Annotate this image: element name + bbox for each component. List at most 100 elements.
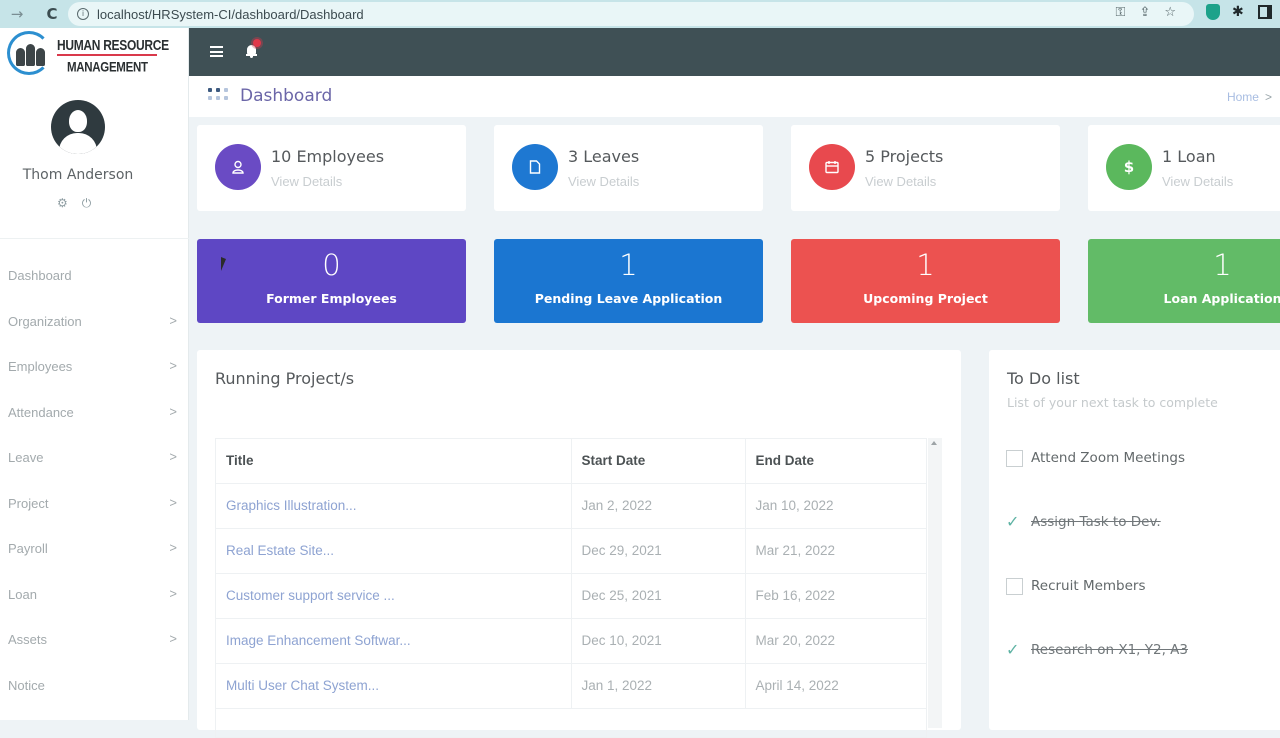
loan-application-tile[interactable]: 1 Loan Application [1088, 239, 1280, 323]
dollar-icon: $ [1106, 144, 1152, 190]
checkmark-icon[interactable]: ✓ [1006, 642, 1023, 658]
stat-value: 1 [916, 248, 935, 282]
view-details-link[interactable]: View Details [271, 174, 342, 189]
start-date: Dec 29, 2021 [570, 528, 745, 574]
chevron-right-icon: > [169, 312, 177, 328]
todo-text: Recruit Members [1031, 578, 1146, 594]
sidebar-item-label: Organization [8, 313, 82, 329]
project-title-link[interactable]: Graphics Illustration... [216, 483, 571, 529]
hamburger-menu-icon[interactable] [210, 46, 223, 57]
sidebar-item-label: Dashboard [8, 268, 72, 284]
sidebar-menu: Dashboard Organization > Employees > Atten… [0, 253, 189, 708]
browser-toolbar: → C i localhost/HRSystem-CI/dashboard/Da… [0, 0, 1280, 28]
todo-item[interactable]: Attend Zoom Meetings [1006, 448, 1185, 468]
sidebar-item-label: Project [8, 495, 49, 511]
sidebar-item-label: Leave [8, 450, 44, 466]
checkmark-icon[interactable]: ✓ [1006, 514, 1023, 530]
extensions-icon[interactable]: ✱ [1232, 5, 1246, 19]
column-header-start-date[interactable]: Start Date [570, 439, 745, 484]
upcoming-project-tile[interactable]: 1 Upcoming Project [791, 239, 1060, 323]
end-date: Mar 20, 2022 [744, 618, 926, 664]
pending-leave-tile[interactable]: 1 Pending Leave Application [494, 239, 763, 323]
table-row: Graphics Illustration... Jan 2, 2022 Jan… [216, 483, 926, 529]
project-title-link[interactable]: Image Enhancement Softwar... [216, 618, 571, 664]
todo-item[interactable]: ✓ Research on X1, Y2, A3 [1006, 640, 1188, 660]
sidebar-item-dashboard[interactable]: Dashboard [0, 253, 189, 299]
url-text[interactable]: localhost/HRSystem-CI/dashboard/Dashboar… [97, 7, 364, 22]
running-projects-panel: Running Project/s Title Start Date End D… [197, 350, 961, 738]
chevron-right-icon: > [169, 631, 177, 646]
settings-gear-icon[interactable]: ⚙ [57, 196, 68, 211]
stat-label: Former Employees [266, 291, 397, 306]
end-date: Feb 16, 2022 [744, 573, 926, 619]
divider [0, 238, 189, 239]
todo-panel: To Do list List of your next task to com… [989, 350, 1280, 730]
key-icon[interactable]: ⚿ [1116, 5, 1126, 20]
table-scrollbar[interactable] [928, 438, 942, 728]
sidebar-item-project[interactable]: Project > [0, 481, 189, 527]
forward-icon[interactable]: → [6, 3, 28, 25]
sidebar-item-organization[interactable]: Organization > [0, 299, 189, 345]
leaves-card: 3 Leaves View Details [494, 125, 763, 211]
breadcrumb: Home > [1227, 90, 1272, 104]
star-icon[interactable]: ☆ [1164, 5, 1176, 20]
card-title: 1 Loan [1162, 147, 1216, 166]
mouse-cursor-icon [221, 257, 226, 271]
sidebar-item-employees[interactable]: Employees > [0, 344, 189, 390]
reload-icon[interactable]: C [41, 3, 63, 25]
former-employees-tile[interactable]: 0 Former Employees [197, 239, 466, 323]
side-panel-icon[interactable] [1258, 5, 1272, 19]
dashboard-grid-icon [208, 88, 230, 102]
sidebar-item-notice[interactable]: Notice [0, 663, 189, 709]
scroll-up-arrow-icon[interactable] [931, 441, 937, 445]
checkbox[interactable] [1006, 577, 1023, 595]
brand-divider [57, 54, 157, 56]
project-title-link[interactable]: Customer support service ... [216, 573, 571, 619]
todo-item[interactable]: Recruit Members [1006, 576, 1146, 596]
table-row: Multi User Chat System... Jan 1, 2022 Ap… [216, 663, 926, 709]
logo[interactable]: HUMAN RESOURCE MANAGEMENT [7, 31, 182, 77]
column-header-end-date[interactable]: End Date [744, 439, 926, 484]
stat-label: Upcoming Project [863, 291, 988, 306]
sidebar-item-loan[interactable]: Loan > [0, 572, 189, 618]
panel-title: Running Project/s [215, 369, 355, 388]
sidebar-item-assets[interactable]: Assets > [0, 617, 189, 663]
start-date: Jan 2, 2022 [570, 483, 745, 529]
calendar-icon [809, 144, 855, 190]
todo-text: Research on X1, Y2, A3 [1031, 642, 1188, 658]
avatar[interactable] [51, 100, 105, 154]
chevron-right-icon: > [1264, 90, 1272, 104]
todo-title: To Do list [1007, 369, 1080, 388]
stat-value: 0 [322, 248, 341, 282]
column-header-title[interactable]: Title [216, 439, 571, 484]
chevron-right-icon: > [169, 403, 177, 419]
address-bar[interactable]: i localhost/HRSystem-CI/dashboard/Dashbo… [68, 2, 1194, 26]
notification-badge [253, 39, 261, 47]
sidebar-item-label: Payroll [8, 541, 48, 557]
stat-label: Loan Application [1163, 291, 1280, 306]
checkbox[interactable] [1006, 449, 1023, 467]
start-date: Jan 1, 2022 [570, 663, 745, 709]
view-details-link[interactable]: View Details [568, 174, 639, 189]
todo-subtitle: List of your next task to complete [1007, 395, 1218, 410]
view-details-link[interactable]: View Details [865, 174, 936, 189]
table-row: Real Estate Site... Dec 29, 2021 Mar 21,… [216, 528, 926, 574]
stat-label: Pending Leave Application [534, 291, 723, 306]
employees-card: 10 Employees View Details [197, 125, 466, 211]
sidebar-item-payroll[interactable]: Payroll > [0, 526, 189, 572]
top-navbar [189, 28, 1280, 76]
project-title-link[interactable]: Real Estate Site... [216, 528, 571, 574]
sidebar-item-label: Employees [8, 359, 73, 375]
brand-line1: HUMAN RESOURCE [57, 36, 169, 54]
power-icon[interactable]: ⏻ [82, 196, 92, 211]
site-info-icon[interactable]: i [77, 8, 89, 20]
project-title-link[interactable]: Multi User Chat System... [216, 663, 571, 709]
sidebar-item-attendance[interactable]: Attendance > [0, 390, 189, 436]
breadcrumb-home-link[interactable]: Home [1227, 90, 1259, 104]
end-date: Mar 21, 2022 [744, 528, 926, 574]
sidebar-item-leave[interactable]: Leave > [0, 435, 189, 481]
extension-shield-icon[interactable] [1206, 4, 1220, 20]
todo-item[interactable]: ✓ Assign Task to Dev. [1006, 512, 1161, 532]
view-details-link[interactable]: View Details [1162, 174, 1233, 189]
share-icon[interactable]: ⇪ [1139, 5, 1150, 20]
